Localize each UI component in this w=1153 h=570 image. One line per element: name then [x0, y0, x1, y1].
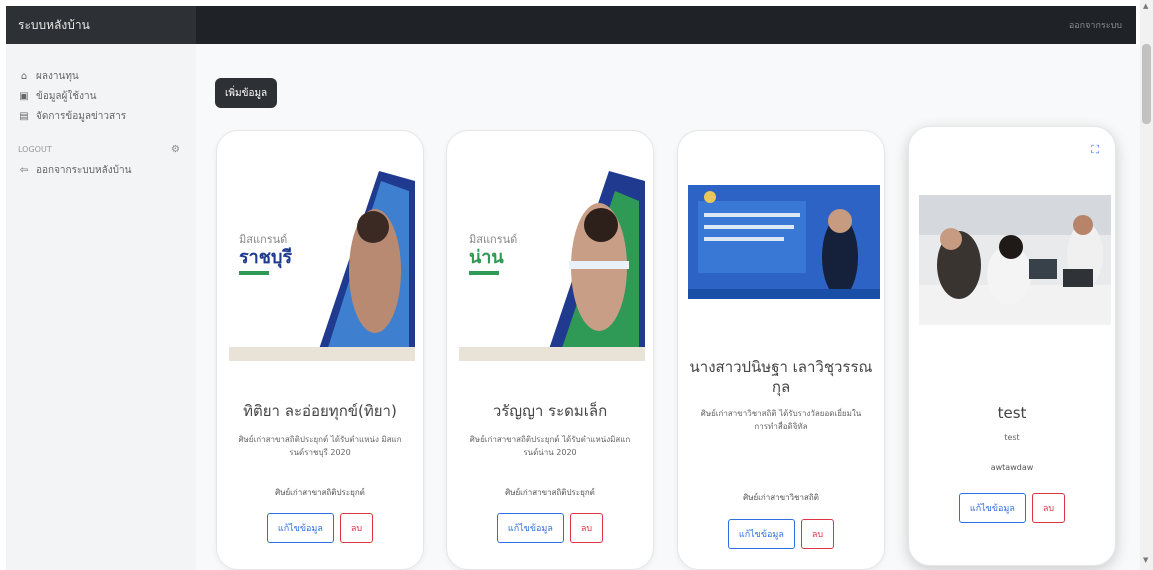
page-scrollbar[interactable]: ▲ ▼ [1140, 0, 1153, 570]
card-category: ศิษย์เก่าสาขาสถิติประยุกต์ [275, 488, 365, 497]
sidebar-item-news[interactable]: ▤ จัดการข้อมูลข่าวสาร [6, 106, 196, 126]
poster-title: มิสแกรนด์ [469, 233, 517, 246]
sidebar-item-label: ผลงานทุน [36, 70, 79, 82]
news-card: มิสแกรนด์ น่าน วรัญญา ระดมเล็ก ศิษย์เก่า… [446, 130, 654, 570]
section-label: LOGOUT [18, 144, 52, 154]
sidebar-item-users[interactable]: ▣ ข้อมูลผู้ใช้งาน [6, 86, 196, 106]
news-card: ⛶ test test awtawdaw แก้ไขข้อมูล ลบ [908, 126, 1116, 566]
card-title: นางสาวปนิษฐา เลาวิชุวรรณกุล [689, 358, 873, 396]
card-actions: แก้ไขข้อมูล ลบ [909, 493, 1115, 523]
edit-button[interactable]: แก้ไขข้อมูล [958, 493, 1026, 523]
poster-title: มิสแกรนด์ [239, 233, 287, 246]
expand-icon[interactable]: ⛶ [1091, 143, 1099, 157]
poster-province: น่าน [469, 247, 504, 267]
sidebar-item-label: จัดการข้อมูลข่าวสาร [36, 110, 127, 122]
sidebar-section-logout: LOGOUT ⚙ [6, 138, 196, 160]
sidebar: ⌂ ผลงานทุน ▣ ข้อมูลผู้ใช้งาน ▤ จัดการข้อ… [6, 44, 196, 570]
card-image [688, 185, 880, 299]
sidebar-item-portfolio[interactable]: ⌂ ผลงานทุน [6, 66, 196, 86]
card-title: test [997, 404, 1027, 422]
card-image: มิสแกรนด์ ราชบุรี [229, 171, 415, 361]
logout-icon: ⇦ [19, 164, 29, 176]
card-actions: แก้ไขข้อมูล ลบ [217, 513, 423, 543]
delete-button[interactable]: ลบ [800, 519, 835, 549]
card-title: ทิติยา ละอ่อยทุกข์(ทิยา) [243, 402, 397, 420]
delete-button[interactable]: ลบ [1031, 493, 1066, 523]
news-card: นางสาวปนิษฐา เลาวิชุวรรณกุล ศิษย์เก่าสาข… [677, 130, 885, 570]
card-category: awtawdaw [990, 463, 1034, 472]
card-category: ศิษย์เก่าสาขาสถิติประยุกต์ [505, 488, 595, 497]
card-image [919, 195, 1111, 325]
card-description: ศิษย์เก่าสาขาวิชาสถิติ ได้รับรางวัลยอดเย… [700, 409, 862, 431]
sidebar-item-label: ข้อมูลผู้ใช้งาน [36, 90, 97, 102]
poster-province: ราชบุรี [239, 247, 292, 269]
scroll-up-icon[interactable]: ▲ [1143, 2, 1148, 10]
card-description: test [1004, 433, 1020, 442]
card-image: มิสแกรนด์ น่าน [459, 171, 645, 361]
user-card-icon: ▣ [19, 90, 29, 102]
card-title: วรัญญา ระดมเล็ก [492, 402, 608, 420]
sidebar-item-label: ออกจากระบบหลังบ้าน [36, 164, 132, 176]
news-card: มิสแกรนด์ ราชบุรี ทิติยา ละอ่อยทุกข์(ทิย… [216, 130, 424, 570]
main-content: เพิ่มข้อมูล มิสแกรนด์ ราชบุรี ทิติยา ละอ… [196, 44, 1140, 570]
card-description: ศิษย์เก่าสาขาสถิติประยุกต์ ได้รับตำแหน่ง… [469, 435, 631, 457]
scroll-down-icon[interactable]: ▼ [1143, 556, 1148, 564]
card-category: ศิษย์เก่าสาขาวิชาสถิติ [743, 493, 819, 502]
user-menu[interactable]: ออกจากระบบ [1069, 18, 1122, 32]
delete-button[interactable]: ลบ [569, 513, 604, 543]
edit-button[interactable]: แก้ไขข้อมูล [727, 519, 795, 549]
top-navbar: ระบบหลังบ้าน ออกจากระบบ [6, 6, 1136, 44]
brand-title[interactable]: ระบบหลังบ้าน [6, 6, 196, 44]
add-data-button[interactable]: เพิ่มข้อมูล [215, 78, 278, 108]
home-icon: ⌂ [20, 70, 28, 82]
edit-button[interactable]: แก้ไขข้อมูล [496, 513, 564, 543]
edit-button[interactable]: แก้ไขข้อมูล [266, 513, 334, 543]
card-actions: แก้ไขข้อมูล ลบ [678, 519, 884, 549]
sidebar-item-logout[interactable]: ⇦ ออกจากระบบหลังบ้าน [6, 160, 196, 180]
scroll-thumb[interactable] [1142, 44, 1151, 124]
card-actions: แก้ไขข้อมูล ลบ [447, 513, 653, 543]
news-icon: ▤ [19, 110, 29, 122]
gear-icon[interactable]: ⚙ [171, 144, 180, 155]
delete-button[interactable]: ลบ [339, 513, 374, 543]
card-description: ศิษย์เก่าสาขาสถิติประยุกต์ ได้รับตำแหน่ง… [238, 435, 402, 457]
